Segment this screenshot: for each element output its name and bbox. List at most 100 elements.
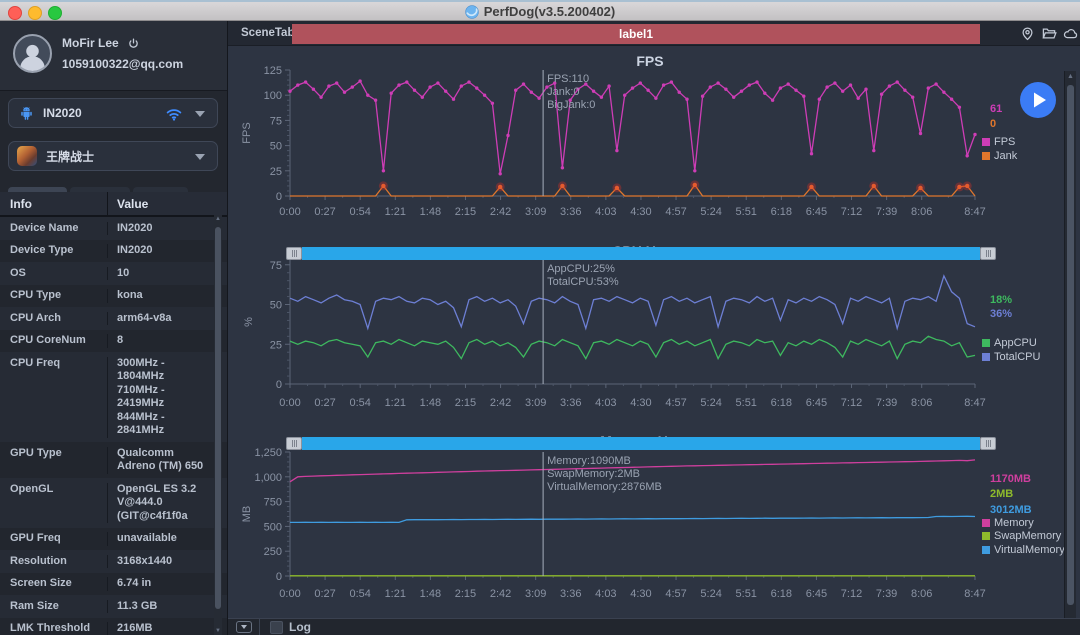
y-tick-label: 0 (276, 571, 282, 583)
avatar (13, 34, 52, 73)
scene-label1-bar[interactable]: label1 (292, 24, 980, 44)
table-row[interactable]: Resolution3168x1440 (0, 550, 228, 573)
table-row[interactable]: GPU TypeQualcomm Adreno (TM) 650 (0, 442, 228, 478)
cursor-tooltip-line: FPS:110 (547, 73, 589, 85)
table-row[interactable]: GPU Frequnavailable (0, 528, 228, 551)
scrollbar-right-handle[interactable] (980, 437, 996, 450)
table-row[interactable]: Device TypeIN2020 (0, 240, 228, 263)
fps-time-scrollbar[interactable] (286, 247, 996, 260)
table-row[interactable]: LMK Threshold216MB (0, 618, 228, 635)
value-cell: 300MHz - 1804MHz 710MHz - 2419MHz 844MHz… (108, 357, 228, 438)
x-tick-label: 8:06 (911, 206, 932, 218)
device-info-table: Info Value Device NameIN2020Device TypeI… (0, 192, 228, 635)
value-cell: 6.74 in (108, 577, 228, 591)
info-cell: OpenGL (0, 483, 108, 524)
app-select[interactable]: 王牌战士 (8, 141, 218, 171)
scrollbar-right-handle[interactable] (980, 247, 996, 260)
table-row[interactable]: Device NameIN2020 (0, 217, 228, 240)
x-tick-label: 1:21 (385, 397, 406, 409)
x-tick-label: 0:00 (279, 397, 300, 409)
value-cell: unavailable (108, 532, 228, 546)
x-tick-label: 0:27 (314, 588, 335, 600)
charts-svg[interactable]: FPSFPS02550751001250:000:270:541:211:482… (228, 46, 1064, 618)
table-row[interactable]: CPU Archarm64-v8a (0, 307, 228, 330)
cpu-time-scrollbar[interactable] (286, 437, 996, 450)
info-cell: Device Name (0, 222, 108, 236)
scrollbar-track[interactable] (302, 247, 980, 260)
chart-cpu-usage[interactable]: CPU Usage%02550750:000:270:541:211:482:1… (243, 243, 1041, 409)
info-cell: GPU Type (0, 447, 108, 474)
info-cell: Resolution (0, 555, 108, 569)
play-icon (1034, 93, 1046, 108)
x-tick-label: 5:51 (736, 588, 757, 600)
log-label: Log (289, 620, 311, 634)
x-tick-label: 8:47 (964, 397, 985, 409)
bottom-bar: Log (228, 618, 1080, 635)
info-cell: CPU CoreNum (0, 334, 108, 348)
x-tick-label: 1:48 (420, 206, 441, 218)
info-cell: OS (0, 267, 108, 281)
wifi-icon[interactable] (165, 105, 183, 128)
main-vertical-scrollbar[interactable]: ▲ ▼ (1064, 71, 1076, 635)
legend-swatch (982, 546, 990, 554)
scroll-up-icon[interactable]: ▲ (214, 216, 222, 222)
x-tick-label: 0:00 (279, 206, 300, 218)
chart-fps[interactable]: FPSFPS02550751001250:000:270:541:211:482… (241, 53, 1018, 218)
x-tick-label: 5:51 (736, 397, 757, 409)
device-select[interactable]: IN2020 (8, 98, 218, 128)
charts-panel[interactable]: FPSFPS02550751001250:000:270:541:211:482… (228, 46, 1080, 618)
scrollbar-left-handle[interactable] (286, 437, 302, 450)
x-tick-label: 8:47 (964, 206, 985, 218)
logout-power-icon[interactable] (128, 38, 139, 52)
cursor-tooltip-line: VirtualMemory:2876MB (547, 481, 662, 493)
table-row[interactable]: OpenGLOpenGL ES 3.2 V@444.0 (GIT@c4f1f0a (0, 478, 228, 528)
table-row[interactable]: CPU Typekona (0, 285, 228, 308)
info-cell: LMK Threshold (0, 622, 108, 635)
legend-label: Memory (994, 517, 1034, 529)
chevron-down-icon (195, 111, 205, 117)
table-row[interactable]: Ram Size11.3 GB (0, 595, 228, 618)
info-cell: CPU Arch (0, 312, 108, 326)
current-value: 18% (990, 294, 1012, 306)
current-value: 0 (990, 118, 996, 130)
y-tick-label: 25 (270, 166, 282, 178)
vertical-scrollbar-thumb[interactable] (1067, 85, 1074, 605)
table-row[interactable]: CPU CoreNum8 (0, 330, 228, 353)
x-tick-label: 6:45 (806, 588, 827, 600)
expand-log-button[interactable] (236, 621, 252, 633)
location-icon[interactable] (1020, 26, 1036, 42)
table-row[interactable]: CPU Freq300MHz - 1804MHz 710MHz - 2419MH… (0, 352, 228, 442)
scrollbar-left-handle[interactable] (286, 247, 302, 260)
table-row[interactable]: Screen Size6.74 in (0, 573, 228, 596)
legend-label: AppCPU (994, 337, 1037, 349)
x-tick-label: 7:12 (841, 206, 862, 218)
scroll-down-icon[interactable]: ▼ (214, 628, 222, 634)
table-header: Info Value (0, 192, 228, 217)
legend-label: FPS (994, 136, 1015, 148)
cursor-tooltip-line: SwapMemory:2MB (547, 468, 640, 480)
scroll-up-icon[interactable]: ▲ (1065, 73, 1076, 80)
app-select-label: 王牌战士 (46, 148, 94, 165)
scrollbar-track[interactable] (302, 437, 980, 450)
y-tick-label: 50 (270, 141, 282, 153)
table-scrollbar[interactable]: ▲ ▼ (214, 215, 222, 635)
x-tick-label: 7:39 (876, 206, 897, 218)
x-tick-label: 6:18 (771, 397, 792, 409)
cloud-icon[interactable] (1062, 26, 1078, 42)
x-tick-label: 5:24 (700, 588, 721, 600)
play-button[interactable] (1020, 82, 1056, 118)
perfdog-logo-icon (465, 5, 479, 22)
value-cell: OpenGL ES 3.2 V@444.0 (GIT@c4f1f0a (108, 483, 228, 524)
x-tick-label: 4:30 (630, 588, 651, 600)
cursor-tooltip-line: Jank:0 (547, 86, 579, 98)
chart-memory-usage[interactable]: Memory UsageMB02505007501,0001,2500:000:… (241, 433, 1064, 600)
table-row[interactable]: OS10 (0, 262, 228, 285)
value-cell: 11.3 GB (108, 600, 228, 614)
log-checkbox[interactable] (270, 621, 283, 634)
table-scrollbar-thumb[interactable] (215, 227, 221, 609)
main-panel: SceneTab label1 FPSFPS02550751001250:000… (228, 21, 1080, 635)
folder-icon[interactable] (1041, 26, 1057, 42)
x-tick-label: 2:15 (455, 206, 476, 218)
x-tick-label: 3:09 (525, 588, 546, 600)
current-value: 3012MB (990, 504, 1032, 516)
